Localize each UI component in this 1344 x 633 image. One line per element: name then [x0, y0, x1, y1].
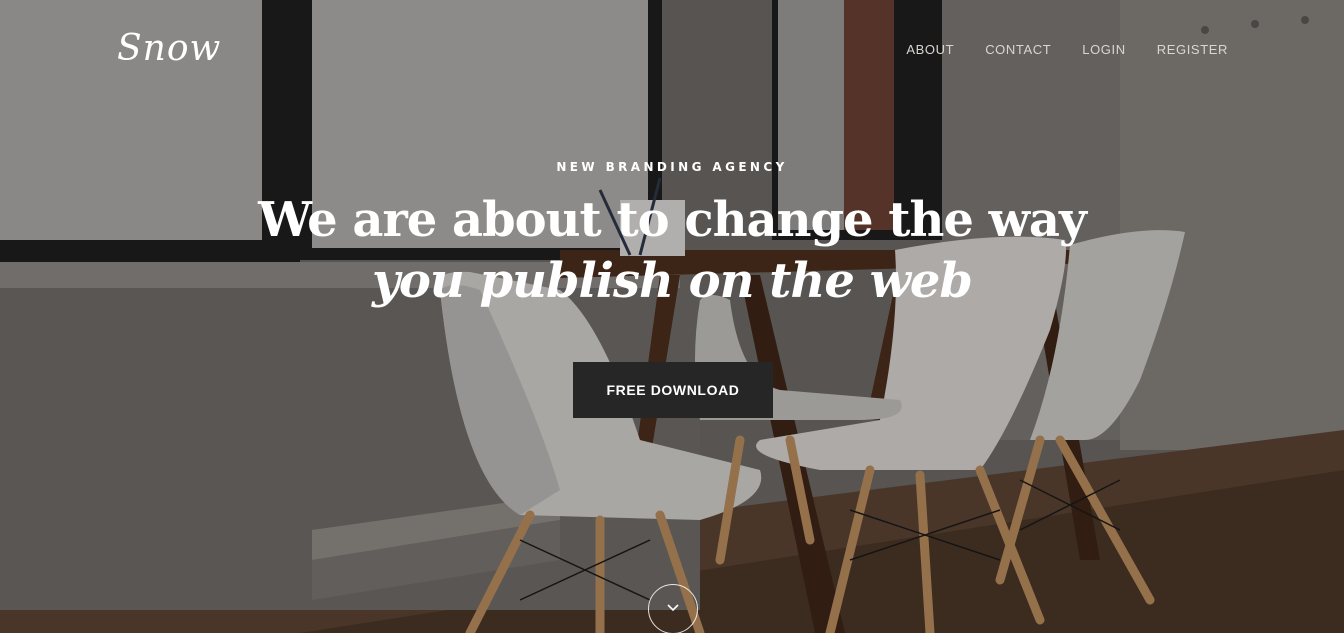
main-nav: ABOUT CONTACT LOGIN REGISTER	[906, 42, 1228, 57]
hero-section: Snow ABOUT CONTACT LOGIN REGISTER NEW BR…	[0, 0, 1344, 633]
chevron-down-icon	[667, 604, 679, 612]
nav-link-contact[interactable]: CONTACT	[985, 42, 1051, 57]
hero-headline-line2: you publish on the web	[371, 253, 973, 309]
nav-link-about[interactable]: ABOUT	[906, 42, 954, 57]
nav-link-register[interactable]: REGISTER	[1157, 42, 1228, 57]
hero-headline-line1: We are about to change the way	[258, 192, 1087, 248]
logo[interactable]: Snow	[117, 28, 221, 69]
top-navbar: Snow ABOUT CONTACT LOGIN REGISTER	[0, 0, 1344, 100]
hero-eyebrow: NEW BRANDING AGENCY	[556, 160, 788, 174]
free-download-button[interactable]: FREE DOWNLOAD	[573, 362, 773, 418]
nav-link-login[interactable]: LOGIN	[1082, 42, 1125, 57]
scroll-down-button[interactable]	[648, 584, 698, 633]
